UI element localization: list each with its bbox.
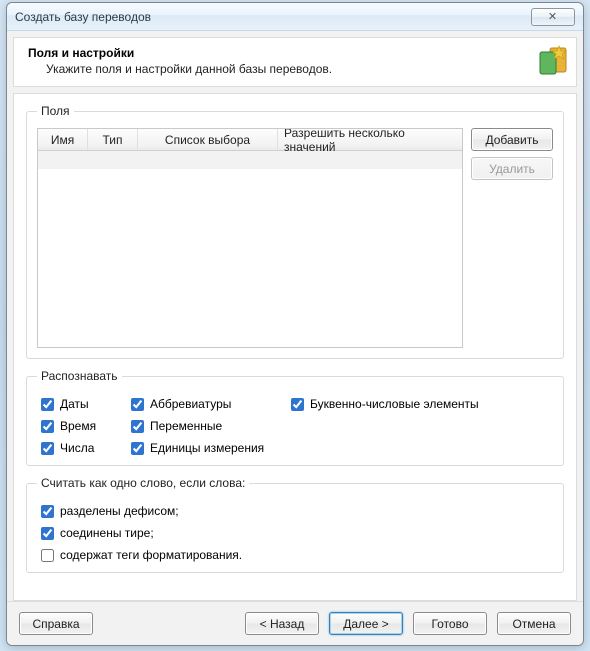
wizard-header: Поля и настройки Укажите поля и настройк… (13, 37, 577, 87)
chk-hyphen-label: разделены дефисом; (60, 504, 179, 518)
col-type[interactable]: Тип (88, 129, 138, 150)
field-buttons: Добавить Удалить (471, 128, 553, 348)
col-multi[interactable]: Разрешить несколько значений (278, 129, 462, 150)
chk-dates[interactable]: Даты (41, 397, 131, 411)
back-button[interactable]: < Назад (245, 612, 319, 635)
titlebar: Создать базу переводов ✕ (7, 3, 583, 31)
chk-numbers-label: Числа (60, 441, 94, 455)
chk-acronyms-box[interactable] (131, 398, 144, 411)
page-title: Поля и настройки (28, 46, 566, 60)
table-body (38, 151, 462, 347)
next-button[interactable]: Далее > (329, 612, 403, 635)
col-list[interactable]: Список выбора (138, 129, 278, 150)
chk-times[interactable]: Время (41, 419, 131, 433)
chk-tags-box[interactable] (41, 549, 54, 562)
chk-alnum-box[interactable] (291, 398, 304, 411)
chk-times-label: Время (60, 419, 96, 433)
delete-button[interactable]: Удалить (471, 157, 553, 180)
chk-dates-box[interactable] (41, 398, 54, 411)
chk-dash[interactable]: соединены тире; (41, 526, 553, 540)
chk-dash-box[interactable] (41, 527, 54, 540)
cancel-button[interactable]: Отмена (497, 612, 571, 635)
tm-icon (536, 44, 568, 76)
add-button[interactable]: Добавить (471, 128, 553, 151)
chk-alnum[interactable]: Буквенно-числовые элементы (291, 397, 553, 411)
table-header: Имя Тип Список выбора Разрешить нескольк… (38, 129, 462, 151)
chk-tags[interactable]: содержат теги форматирования. (41, 548, 553, 562)
help-button[interactable]: Справка (19, 612, 93, 635)
close-icon: ✕ (548, 10, 558, 23)
chk-numbers[interactable]: Числа (41, 441, 131, 455)
chk-units-label: Единицы измерения (150, 441, 264, 455)
oneword-group: Считать как одно слово, если слова: разд… (26, 476, 564, 573)
table-row (38, 151, 462, 169)
chk-acronyms-label: Аббревиатуры (150, 397, 231, 411)
chk-variables-box[interactable] (131, 420, 144, 433)
wizard-footer: Справка < Назад Далее > Готово Отмена (7, 601, 583, 645)
chk-acronyms[interactable]: Аббревиатуры (131, 397, 291, 411)
chk-numbers-box[interactable] (41, 442, 54, 455)
chk-tags-label: содержат теги форматирования. (60, 548, 242, 562)
page-subtitle: Укажите поля и настройки данной базы пер… (46, 62, 566, 76)
col-name[interactable]: Имя (38, 129, 88, 150)
fields-group: Поля Имя Тип Список выбора Разрешить нес… (26, 104, 564, 359)
finish-button[interactable]: Готово (413, 612, 487, 635)
chk-times-box[interactable] (41, 420, 54, 433)
oneword-legend: Считать как одно слово, если слова: (37, 476, 249, 490)
window-title: Создать базу переводов (15, 10, 531, 24)
chk-units[interactable]: Единицы измерения (131, 441, 291, 455)
chk-alnum-label: Буквенно-числовые элементы (310, 397, 479, 411)
chk-hyphen-box[interactable] (41, 505, 54, 518)
recognize-group: Распознавать Даты Аббревиатуры Буквенно-… (26, 369, 564, 466)
recognize-legend: Распознавать (37, 369, 122, 383)
fields-legend: Поля (37, 104, 74, 118)
fields-table[interactable]: Имя Тип Список выбора Разрешить нескольк… (37, 128, 463, 348)
chk-dates-label: Даты (60, 397, 89, 411)
wizard-body: Поля Имя Тип Список выбора Разрешить нес… (13, 93, 577, 601)
chk-variables[interactable]: Переменные (131, 419, 291, 433)
wizard-window: Создать базу переводов ✕ Поля и настройк… (6, 2, 584, 646)
client-area: Поля и настройки Укажите поля и настройк… (7, 31, 583, 645)
chk-units-box[interactable] (131, 442, 144, 455)
close-button[interactable]: ✕ (531, 8, 575, 26)
chk-variables-label: Переменные (150, 419, 222, 433)
chk-hyphen[interactable]: разделены дефисом; (41, 504, 553, 518)
chk-dash-label: соединены тире; (60, 526, 154, 540)
